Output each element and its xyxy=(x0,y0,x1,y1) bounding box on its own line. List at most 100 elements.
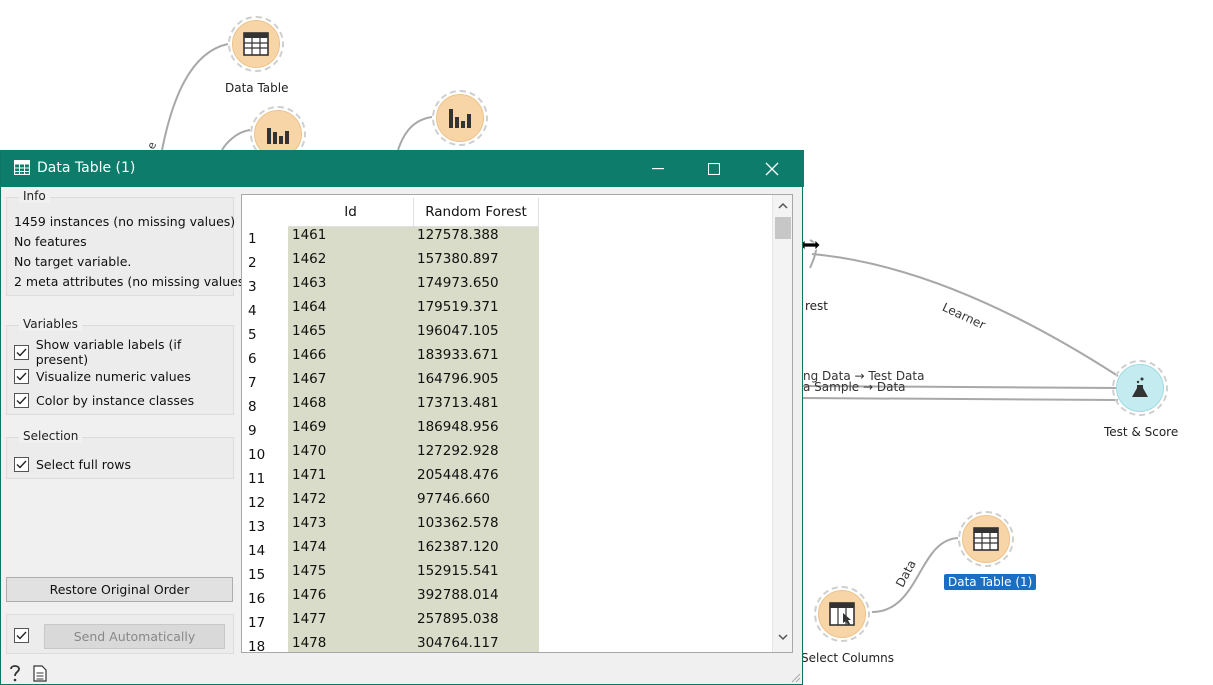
row-number: 11 xyxy=(248,471,266,487)
row-number: 9 xyxy=(248,423,257,439)
cell-random-forest: 205448.476 xyxy=(417,467,499,483)
send-automatically-button[interactable]: Send Automatically xyxy=(44,624,225,649)
table-row[interactable]: 16 1476 392788.014 xyxy=(242,587,772,611)
vertical-scrollbar[interactable] xyxy=(772,195,792,652)
cell-random-forest: 157380.897 xyxy=(417,251,499,267)
row-number: 13 xyxy=(248,519,266,535)
cell-id: 1461 xyxy=(292,227,327,243)
table-row[interactable]: 6 1466 183933.671 xyxy=(242,347,772,371)
send-automatically-checkbox[interactable] xyxy=(14,628,29,643)
restore-original-order-button[interactable]: Restore Original Order xyxy=(6,577,233,602)
test-and-score-node[interactable] xyxy=(1112,360,1168,416)
row-number: 17 xyxy=(248,615,266,631)
cell-random-forest: 152915.541 xyxy=(417,563,499,579)
checkbox-label: Color by instance classes xyxy=(36,392,195,408)
select-columns-node-label: Select Columns xyxy=(801,651,895,665)
scroll-up-icon[interactable] xyxy=(777,200,789,212)
table-row[interactable]: 7 1467 164796.905 xyxy=(242,371,772,395)
row-number: 16 xyxy=(248,591,266,607)
variables-group: Variables Show variable labels (if prese… xyxy=(6,317,234,415)
table-row[interactable]: 15 1475 152915.541 xyxy=(242,563,772,587)
cell-id: 1468 xyxy=(292,395,327,411)
table-row[interactable]: 4 1464 179519.371 xyxy=(242,299,772,323)
cell-random-forest: 179519.371 xyxy=(417,299,499,315)
maximize-button[interactable] xyxy=(685,150,743,187)
cell-random-forest: 164796.905 xyxy=(417,371,499,387)
scrollbar-thumb[interactable] xyxy=(775,217,791,239)
data-table-view[interactable]: Id Random Forest 1 1461 127578.388 2 1462 157… xyxy=(241,194,793,653)
help-icon[interactable] xyxy=(8,664,22,682)
checkmark-icon xyxy=(14,344,29,360)
table-row[interactable]: 5 1465 196047.105 xyxy=(242,323,772,347)
row-number: 10 xyxy=(248,447,266,463)
link-distribution-right xyxy=(397,116,433,151)
report-icon[interactable] xyxy=(33,665,47,682)
info-line: No target variable. xyxy=(14,254,132,269)
cell-random-forest: 392788.014 xyxy=(417,587,499,603)
cell-id: 1469 xyxy=(292,419,327,435)
close-icon xyxy=(765,162,779,175)
variables-group-title: Variables xyxy=(19,317,82,331)
cell-id: 1462 xyxy=(292,251,327,267)
row-number: 6 xyxy=(248,351,257,367)
cell-random-forest: 173713.481 xyxy=(417,395,499,411)
minimize-icon xyxy=(652,167,664,169)
select-full-rows-checkbox[interactable]: Select full rows xyxy=(14,455,131,473)
link-data-table-top xyxy=(161,43,229,151)
visualize-numeric-values-checkbox[interactable]: Visualize numeric values xyxy=(14,367,191,385)
table-icon xyxy=(962,515,1010,563)
table-row[interactable]: 3 1463 174973.650 xyxy=(242,275,772,299)
table-row[interactable]: 8 1468 173713.481 xyxy=(242,395,772,419)
selection-group: Selection Select full rows xyxy=(6,429,234,479)
row-number: 18 xyxy=(248,639,266,653)
row-number: 3 xyxy=(248,279,257,295)
table-row[interactable]: 1 1461 127578.388 xyxy=(242,227,772,251)
flask-icon xyxy=(1116,364,1164,412)
distributions-node-2[interactable] xyxy=(432,90,488,146)
checkmark-icon xyxy=(14,392,29,408)
table-row[interactable]: 2 1462 157380.897 xyxy=(242,251,772,275)
resize-grip-icon[interactable] xyxy=(789,671,801,683)
info-group: Info 1459 instances (no missing values) … xyxy=(6,189,249,296)
table-row[interactable]: 17 1477 257895.038 xyxy=(242,611,772,635)
data-table-1-node[interactable] xyxy=(958,511,1014,567)
table-row[interactable]: 11 1471 205448.476 xyxy=(242,467,772,491)
row-number: 15 xyxy=(248,567,266,583)
data-table-node-label: Data Table xyxy=(225,81,289,95)
close-button[interactable] xyxy=(743,150,801,187)
random-forest-node-label: rest xyxy=(805,299,829,313)
test-and-score-node-label: Test & Score xyxy=(1104,425,1179,439)
minimize-button[interactable] xyxy=(629,150,687,187)
cell-id: 1477 xyxy=(292,611,327,627)
data-table-node[interactable] xyxy=(228,16,284,72)
show-variable-labels-checkbox[interactable]: Show variable labels (if present) xyxy=(14,337,233,367)
select-columns-node[interactable] xyxy=(814,586,870,642)
window-titlebar[interactable]: Data Table (1) xyxy=(1,150,804,187)
cell-id: 1471 xyxy=(292,467,327,483)
row-number: 12 xyxy=(248,495,266,511)
table-row[interactable]: 12 1472 97746.660 xyxy=(242,491,772,515)
table-row[interactable]: 10 1470 127292.928 xyxy=(242,443,772,467)
table-row[interactable]: 14 1474 162387.120 xyxy=(242,539,772,563)
send-area: Send Automatically xyxy=(6,614,234,654)
checkbox-label: Visualize numeric values xyxy=(36,368,191,384)
table-row[interactable]: 9 1469 186948.956 xyxy=(242,419,772,443)
cell-id: 1473 xyxy=(292,515,327,531)
select-columns-icon xyxy=(818,590,866,638)
cell-id: 1470 xyxy=(292,443,327,459)
scroll-down-icon[interactable] xyxy=(777,631,789,643)
cell-id: 1475 xyxy=(292,563,327,579)
cell-id: 1466 xyxy=(292,347,327,363)
cell-random-forest: 103362.578 xyxy=(417,515,499,531)
column-header-random-forest[interactable]: Random Forest xyxy=(414,198,539,227)
row-number: 4 xyxy=(248,303,257,319)
table-row[interactable]: 18 1478 304764.117 xyxy=(242,635,772,653)
checkbox-label: Show variable labels (if present) xyxy=(35,337,182,367)
column-header-id[interactable]: Id xyxy=(288,198,414,227)
cell-random-forest: 97746.660 xyxy=(417,491,491,507)
cell-random-forest: 174973.650 xyxy=(417,275,499,291)
link-label-data-sample: a Sample → Data xyxy=(803,380,906,394)
link-distribution-left xyxy=(221,129,251,151)
color-by-instance-classes-checkbox[interactable]: Color by instance classes xyxy=(14,391,194,409)
table-row[interactable]: 13 1473 103362.578 xyxy=(242,515,772,539)
